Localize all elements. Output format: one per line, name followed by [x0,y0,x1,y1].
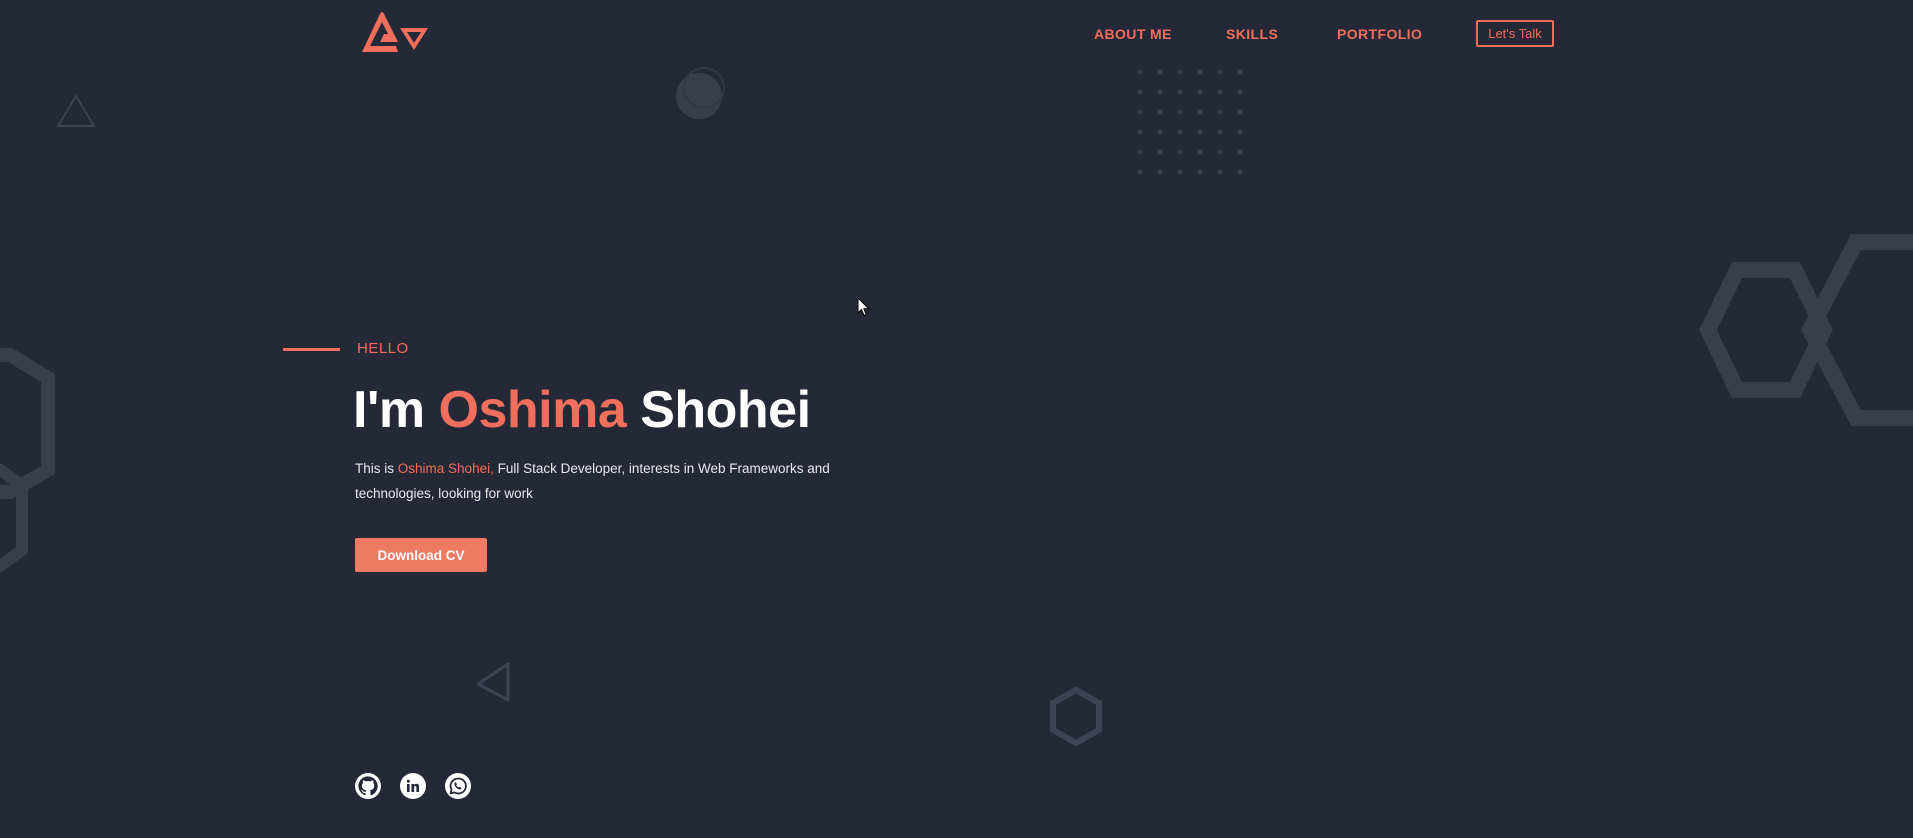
greeting-text: HELLO [357,340,409,357]
hello-divider [283,348,340,351]
download-cv-button[interactable]: Download CV [355,538,487,572]
linkedin-link[interactable] [400,773,426,799]
nav-skills[interactable]: SKILLS [1226,26,1278,42]
github-link[interactable] [355,773,381,799]
background-decorations [0,67,1913,747]
headline-prefix: I'm [353,381,425,439]
triangle-outline-decor [57,95,95,127]
whatsapp-icon [449,777,467,795]
small-hexagon-decor [1050,686,1102,747]
github-icon [358,776,378,796]
hexagon-outline-decor [1699,262,1833,398]
linkedin-icon [406,779,419,792]
headline-accent-name: Oshima [438,381,627,439]
hero-headline: I'm Oshima Shohei [353,380,811,440]
nav-portfolio[interactable]: PORTFOLIO [1337,26,1422,42]
desc-prefix: This is [355,461,395,476]
hexagon-left-decor [0,348,55,499]
mouse-cursor-icon [857,297,871,317]
desc-name: Oshima Shohei, [397,461,494,476]
lets-talk-button[interactable]: Let's Talk [1476,20,1554,47]
hexagon-bracket-decor [1800,234,1913,426]
whatsapp-link[interactable] [445,773,471,799]
hero-description: This is Oshima Shohei, Full Stack Develo… [355,456,855,506]
triangle-left-decor [476,662,510,702]
dot-grid-decor [1137,69,1243,175]
logo[interactable] [360,10,432,54]
nav-about-me[interactable]: ABOUT ME [1094,26,1172,42]
hexagon-left-small-decor [0,464,28,572]
headline-surname: Shohei [640,381,811,439]
circle-ring-decor [683,67,725,109]
circle-decor [676,73,722,119]
